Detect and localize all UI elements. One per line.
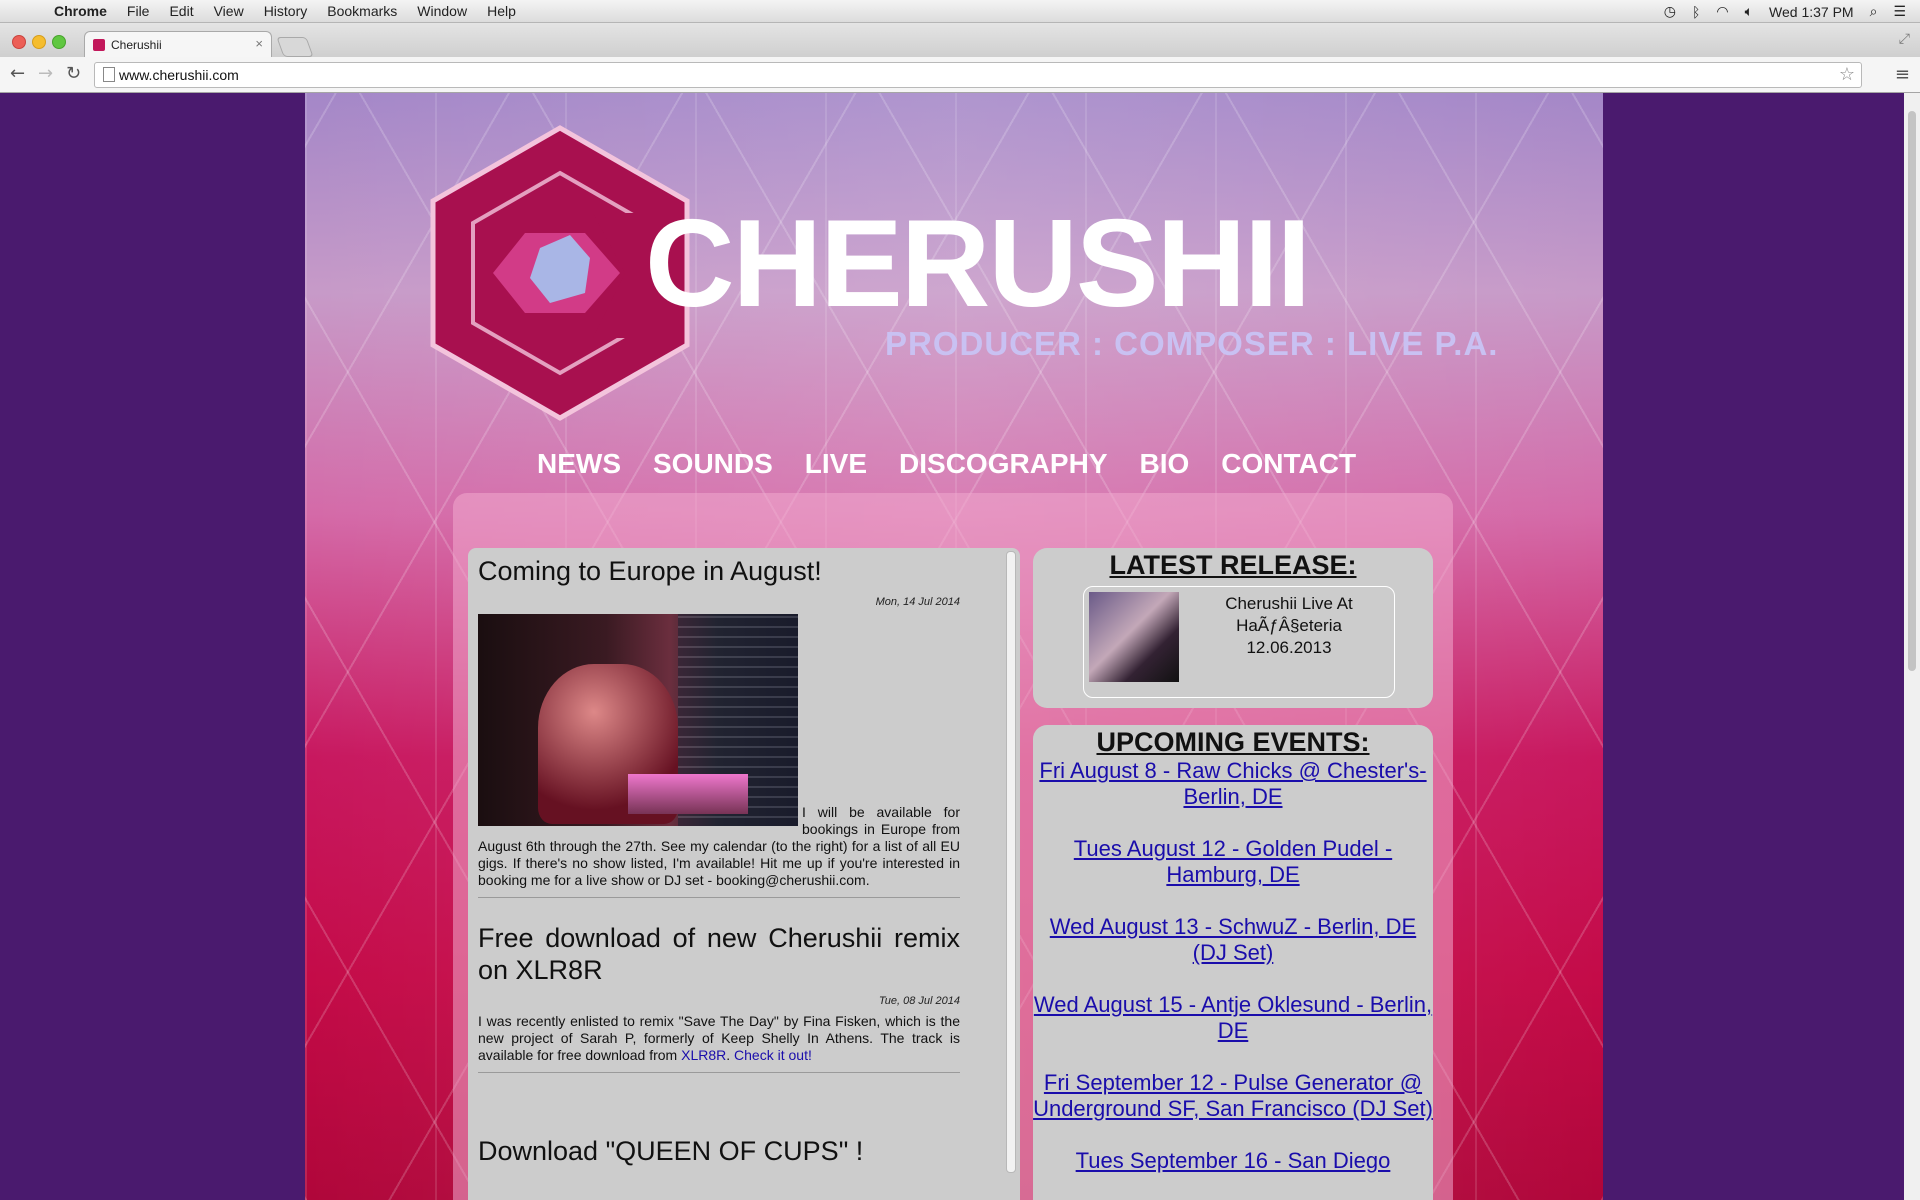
- post-date: Mon, 14 Jul 2014: [875, 595, 960, 608]
- site-nav: NEWS SOUNDS LIVE DISCOGRAPHY BIO CONTACT: [537, 448, 1356, 480]
- site-tagline: PRODUCER : COMPOSER : LIVE P.A.: [885, 325, 1499, 362]
- close-tab-icon[interactable]: ×: [255, 36, 263, 51]
- wifi-icon[interactable]: ◠: [1716, 3, 1728, 20]
- post-photo: [478, 613, 798, 826]
- minimize-window-button[interactable]: [32, 35, 46, 49]
- nav-news[interactable]: NEWS: [537, 448, 621, 480]
- page-scrollbar-thumb[interactable]: [1908, 111, 1916, 671]
- tab-title: Cherushii: [111, 38, 162, 52]
- post-separator: .: [726, 1046, 735, 1063]
- fullscreen-icon[interactable]: ⤢: [1899, 31, 1910, 47]
- events-list: Fri August 8 - Raw Chicks @ Chester's- B…: [1033, 758, 1433, 1174]
- nav-sounds[interactable]: SOUNDS: [653, 448, 773, 480]
- page-viewport: CHERUSHII PRODUCER : COMPOSER : LIVE P.A…: [0, 93, 1904, 1200]
- menu-file[interactable]: File: [127, 3, 150, 19]
- release-thumbnail[interactable]: [1089, 592, 1179, 682]
- post-divider: [478, 896, 960, 898]
- menu-window[interactable]: Window: [417, 3, 467, 19]
- nav-contact[interactable]: CONTACT: [1221, 448, 1356, 480]
- address-bar[interactable]: www.cherushii.com ☆: [94, 62, 1862, 88]
- forward-icon[interactable]: →: [38, 63, 53, 84]
- spotlight-icon[interactable]: ⌕: [1870, 3, 1878, 20]
- post-title[interactable]: Download "QUEEN OF CUPS" !: [478, 1136, 960, 1168]
- app-menus: Chrome File Edit View History Bookmarks …: [54, 3, 516, 19]
- news-scrollbar[interactable]: [1006, 551, 1016, 1173]
- menu-help[interactable]: Help: [487, 3, 516, 19]
- event-item: Fri September 12 - Pulse Generator @ Und…: [1033, 1070, 1433, 1122]
- post-date: Tue, 08 Jul 2014: [878, 994, 960, 1007]
- latest-release-box: LATEST RELEASE: Cherushii Live At HaÃƒÂ§…: [1033, 548, 1433, 708]
- time-machine-icon[interactable]: ◷: [1664, 3, 1676, 20]
- reload-icon[interactable]: ↻: [66, 63, 81, 84]
- news-box: Coming to Europe in August! Mon, 14 Jul …: [468, 548, 1020, 1200]
- zoom-window-button[interactable]: [52, 35, 66, 49]
- status-area: ◷ ᛒ ◠ 🔈︎ Wed 1:37 PM ⌕ ☰: [1664, 3, 1906, 20]
- nav-bio[interactable]: BIO: [1140, 448, 1190, 480]
- event-link[interactable]: Tues August 12 - Golden Pudel - Hamburg,…: [1074, 836, 1392, 887]
- post-body: I will be available for bookings in Euro…: [478, 613, 960, 889]
- upcoming-events-heading: UPCOMING EVENTS:: [1096, 727, 1370, 757]
- new-tab-button[interactable]: [276, 37, 314, 57]
- event-link[interactable]: Fri September 12 - Pulse Generator @ Und…: [1033, 1070, 1433, 1121]
- close-window-button[interactable]: [12, 35, 26, 49]
- xlr8r-link[interactable]: XLR8R: [681, 1047, 726, 1063]
- event-link[interactable]: Fri August 8 - Raw Chicks @ Chester's- B…: [1039, 758, 1426, 809]
- post-divider: [478, 1071, 960, 1073]
- post-title[interactable]: Coming to Europe in August!: [478, 556, 960, 588]
- event-link[interactable]: Wed August 13 - SchwuZ - Berlin, DE (DJ …: [1050, 914, 1416, 965]
- tab-strip: Cherushii × ⤢: [0, 23, 1920, 58]
- event-item: Tues September 16 - San Diego: [1033, 1148, 1433, 1174]
- event-link[interactable]: Tues September 16 - San Diego: [1076, 1148, 1391, 1173]
- latest-release-heading: LATEST RELEASE:: [1109, 550, 1357, 580]
- post-title[interactable]: Free download of new Cherushii remix on …: [478, 923, 960, 987]
- release-card[interactable]: Cherushii Live At HaÃƒÂ§eteria 12.06.201…: [1083, 586, 1395, 698]
- news-post: Coming to Europe in August! Mon, 14 Jul …: [478, 556, 960, 898]
- check-it-out-link[interactable]: Check it out!: [734, 1047, 812, 1063]
- bluetooth-icon[interactable]: ᛒ: [1692, 4, 1700, 20]
- page-icon: [103, 67, 115, 82]
- bookmark-star-icon[interactable]: ☆: [1839, 64, 1855, 85]
- menu-bookmarks[interactable]: Bookmarks: [327, 3, 397, 19]
- event-link[interactable]: Wed August 15 - Antje Oklesund - Berlin,…: [1034, 992, 1432, 1043]
- news-post: Download "QUEEN OF CUPS" !: [478, 1136, 960, 1168]
- nav-discography[interactable]: DISCOGRAPHY: [899, 448, 1107, 480]
- site-container: CHERUSHII PRODUCER : COMPOSER : LIVE P.A…: [305, 93, 1603, 1200]
- back-icon[interactable]: ←: [10, 63, 25, 84]
- tab-cherushii[interactable]: Cherushii ×: [84, 31, 272, 58]
- menu-edit[interactable]: Edit: [169, 3, 193, 19]
- event-item: Wed August 13 - SchwuZ - Berlin, DE (DJ …: [1033, 914, 1433, 966]
- menu-history[interactable]: History: [264, 3, 308, 19]
- event-item: Tues August 12 - Golden Pudel - Hamburg,…: [1033, 836, 1433, 888]
- menu-view[interactable]: View: [214, 3, 244, 19]
- system-menubar: Chrome File Edit View History Bookmarks …: [0, 0, 1920, 23]
- site-favicon-icon: [93, 39, 105, 51]
- nav-live[interactable]: LIVE: [805, 448, 867, 480]
- browser-toolbar: ← → ↻ www.cherushii.com ☆ ≡: [0, 57, 1920, 93]
- event-item: Fri August 8 - Raw Chicks @ Chester's- B…: [1033, 758, 1433, 810]
- post-body: I was recently enlisted to remix "Save T…: [478, 1013, 960, 1064]
- clock[interactable]: Wed 1:37 PM: [1769, 4, 1854, 20]
- volume-icon[interactable]: 🔈︎: [1745, 3, 1753, 20]
- release-title[interactable]: Cherushii Live At HaÃƒÂ§eteria 12.06.201…: [1194, 593, 1384, 659]
- chrome-menu-icon[interactable]: ≡: [1895, 64, 1910, 85]
- news-post: Free download of new Cherushii remix on …: [478, 923, 960, 1073]
- menu-chrome[interactable]: Chrome: [54, 3, 107, 19]
- url-text[interactable]: www.cherushii.com: [119, 67, 239, 83]
- event-item: Wed August 15 - Antje Oklesund - Berlin,…: [1033, 992, 1433, 1044]
- page-scrollbar[interactable]: [1904, 93, 1920, 1200]
- upcoming-events-box: UPCOMING EVENTS: Fri August 8 - Raw Chic…: [1033, 725, 1433, 1200]
- site-brand-name[interactable]: CHERUSHII: [645, 193, 1311, 335]
- notification-center-icon[interactable]: ☰: [1893, 3, 1906, 20]
